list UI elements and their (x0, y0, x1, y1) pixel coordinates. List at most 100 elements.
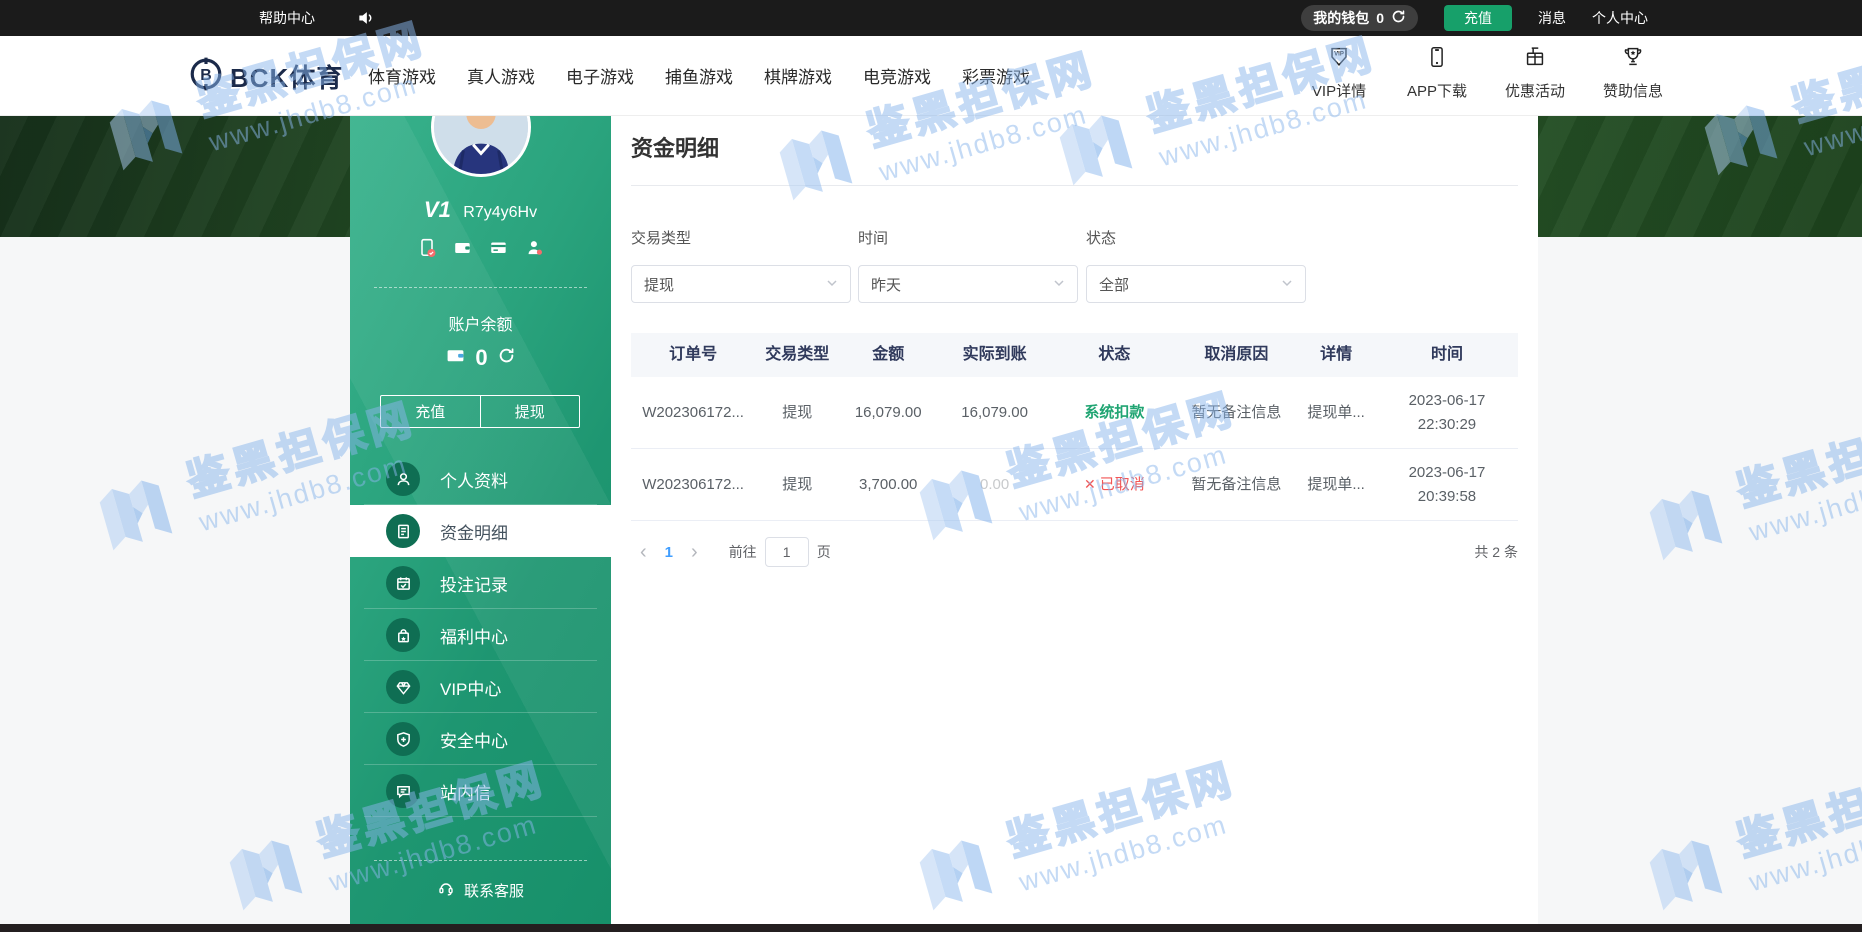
txn-type: 提现 (755, 473, 839, 497)
table-row: W202306172... 提现 3,700.00 0.00 ✕ 已取消 暂无备… (631, 449, 1518, 521)
chevron-down-icon (1281, 276, 1293, 293)
pagination: ‹ 1 › 前往 页 共 2 条 (631, 535, 1518, 569)
sponsor-info-link[interactable]: 赞助信息 (1594, 44, 1672, 101)
wallet-icon[interactable] (452, 237, 474, 259)
sidebar-item-vip-center[interactable]: VIP中心 (350, 661, 611, 713)
footer-strip (0, 924, 1862, 932)
trophy-icon (1620, 44, 1646, 75)
balance-label: 账户余额 (350, 311, 611, 335)
help-center-link[interactable]: 帮助中心 (259, 0, 315, 36)
nav-item-esports[interactable]: 电竞游戏 (863, 63, 931, 88)
navbar: B BCK体育 体育游戏 真人游戏 电子游戏 捕鱼游戏 棋牌游戏 电竞游戏 彩票… (0, 36, 1862, 115)
sidebar-item-security[interactable]: 安全中心 (350, 713, 611, 765)
amount: 16,079.00 (839, 401, 937, 425)
col-header-order: 订单号 (631, 342, 755, 368)
app-download-link[interactable]: APP下载 (1398, 44, 1476, 101)
nav-item-live[interactable]: 真人游戏 (467, 63, 535, 88)
prev-page-button[interactable]: ‹ (631, 542, 656, 562)
verification-icons-row (350, 237, 611, 259)
speaker-icon (356, 8, 376, 33)
nav-item-chess[interactable]: 棋牌游戏 (764, 63, 832, 88)
nav-item-lottery[interactable]: 彩票游戏 (962, 63, 1030, 88)
table-header-row: 订单号 交易类型 金额 实际到账 状态 取消原因 详情 时间 (631, 333, 1518, 377)
contact-service-label: 联系客服 (464, 880, 524, 901)
divider (374, 860, 587, 861)
filter-time-label: 时间 (858, 227, 888, 248)
gift-icon (1522, 44, 1548, 75)
sidebar-item-funds[interactable]: 资金明细 (350, 505, 611, 557)
col-header-amount: 金额 (839, 342, 937, 368)
actual-amount: 0.00 (937, 473, 1052, 497)
divider (374, 287, 587, 288)
vip-center-icon (386, 670, 420, 704)
logo-mark-icon: B (188, 56, 224, 97)
bet-record-icon (386, 566, 420, 600)
txn-time: 2023-06-17 20:39:58 (1376, 461, 1518, 509)
messages-link[interactable]: 消息 (1538, 8, 1566, 28)
sidebar-item-profile[interactable]: 个人资料 (350, 453, 611, 505)
page-unit-label: 页 (817, 542, 831, 562)
filter-type-label: 交易类型 (631, 227, 691, 248)
col-header-actual: 实际到账 (937, 342, 1052, 368)
wallet-pill[interactable]: 我的钱包 0 (1301, 5, 1418, 31)
amount: 3,700.00 (839, 473, 937, 497)
svg-text:B: B (200, 67, 211, 84)
vip-level-badge: V1 (424, 197, 451, 222)
nav-item-sports[interactable]: 体育游戏 (368, 63, 436, 88)
wallet-amount: 0 (1376, 10, 1384, 26)
next-page-button[interactable]: › (682, 542, 707, 562)
user-row: V1 R7y4y6Hv (350, 197, 611, 223)
col-header-time: 时间 (1376, 342, 1518, 368)
nav-item-slots[interactable]: 电子游戏 (566, 63, 634, 88)
sidebar: V1 R7y4y6Hv 账户余额 0 (350, 115, 611, 924)
wallet-refresh-icon[interactable] (1391, 9, 1406, 27)
time-range-select[interactable]: 昨天 (858, 265, 1078, 303)
page-title: 资金明细 (631, 131, 719, 163)
profile-alert-icon[interactable] (524, 237, 546, 259)
welfare-icon (386, 618, 420, 652)
col-header-type: 交易类型 (755, 342, 839, 368)
transaction-type-select[interactable]: 提现 (631, 265, 851, 303)
site-logo[interactable]: B BCK体育 (188, 56, 343, 97)
status-badge: 系统扣款 (1084, 401, 1144, 425)
status-select[interactable]: 全部 (1086, 265, 1306, 303)
page-number[interactable]: 1 (656, 544, 682, 561)
promotions-link[interactable]: 优惠活动 (1496, 44, 1574, 101)
personal-center-link[interactable]: 个人中心 (1592, 8, 1648, 28)
logo-text: BCK体育 (230, 58, 343, 95)
nav-item-fishing[interactable]: 捕鱼游戏 (665, 63, 733, 88)
contact-service-button[interactable]: 联系客服 (350, 879, 611, 901)
main-nav: 体育游戏 真人游戏 电子游戏 捕鱼游戏 棋牌游戏 电竞游戏 彩票游戏 (368, 36, 1030, 115)
bank-card-icon[interactable] (488, 237, 510, 259)
watermark: 鉴黑担保网www.jhdb8.com (1629, 745, 1862, 927)
goto-label: 前往 (729, 542, 757, 562)
quick-links: VIP VIP详情 APP下载 优惠活动 赞助信息 (1300, 44, 1672, 101)
user-icon (386, 462, 420, 496)
app-download-label: APP下载 (1407, 80, 1467, 101)
sidebar-item-welfare[interactable]: 福利中心 (350, 609, 611, 661)
detail-link[interactable]: 提现单... (1296, 473, 1376, 497)
col-header-detail: 详情 (1296, 342, 1376, 368)
main-content: 资金明细 交易类型 时间 状态 提现 昨天 全部 订单号 交易类型 金额 实际到… (611, 115, 1538, 924)
sidebar-withdraw-button[interactable]: 提现 (480, 396, 580, 427)
vip-details-link[interactable]: VIP VIP详情 (1300, 44, 1378, 101)
detail-link[interactable]: 提现单... (1296, 401, 1376, 425)
col-header-status: 状态 (1052, 342, 1176, 368)
balance-row: 0 (350, 345, 611, 371)
headset-icon (437, 879, 455, 901)
security-icon (386, 722, 420, 756)
phone-icon (1424, 44, 1450, 75)
page: 帮助中心 我的钱包 0 充值 消息 个人中心 B BCK体育 体育游戏 (0, 0, 1862, 932)
wallet-label: 我的钱包 (1313, 8, 1369, 28)
topbar-recharge-button[interactable]: 充值 (1444, 5, 1512, 31)
sidebar-recharge-button[interactable]: 充值 (381, 396, 480, 427)
phone-verified-icon[interactable] (416, 237, 438, 259)
txn-type: 提现 (755, 401, 839, 425)
promotions-label: 优惠活动 (1505, 80, 1565, 101)
chevron-down-icon (826, 276, 838, 293)
vip-badge-icon: VIP (1326, 44, 1352, 75)
balance-refresh-icon[interactable] (498, 347, 515, 369)
sidebar-item-bet-records[interactable]: 投注记录 (350, 557, 611, 609)
sidebar-item-messages[interactable]: 站内信 (350, 765, 611, 817)
goto-page-input[interactable] (765, 537, 809, 567)
